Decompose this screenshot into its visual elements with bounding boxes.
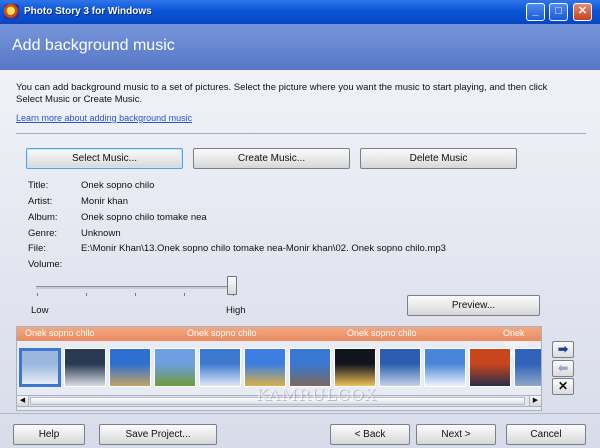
maximize-button[interactable]: □ bbox=[549, 3, 568, 21]
genre-label: Genre: bbox=[28, 228, 58, 239]
thumbnail-sunset-glow[interactable] bbox=[334, 348, 376, 387]
volume-slider-thumb[interactable] bbox=[227, 276, 237, 295]
thumbnail-cloudy-sky[interactable] bbox=[199, 348, 241, 387]
music-bar-label: Onek sopno chilo bbox=[25, 328, 95, 338]
thumbnail-golden-field[interactable] bbox=[244, 348, 286, 387]
thumbnail-dark-clouds-sea[interactable] bbox=[64, 348, 106, 387]
thumbnail-blue-sky-field[interactable] bbox=[109, 348, 151, 387]
back-button[interactable]: < Back bbox=[330, 424, 410, 445]
thumbnail-winter-sky[interactable] bbox=[19, 348, 61, 387]
volume-low-label: Low bbox=[31, 305, 49, 316]
learn-more-link[interactable]: Learn more about adding background music bbox=[16, 113, 192, 123]
file-label: File: bbox=[28, 243, 46, 254]
album-label: Album: bbox=[28, 212, 58, 223]
genre-value: Unknown bbox=[81, 228, 121, 239]
thumbnail-ice-sky[interactable] bbox=[424, 348, 466, 387]
remove-picture-icon[interactable]: ✕ bbox=[552, 378, 574, 395]
move-right-arrow-icon[interactable]: ➡ bbox=[552, 341, 574, 358]
volume-high-label: High bbox=[226, 305, 246, 316]
create-music-button[interactable]: Create Music... bbox=[193, 148, 350, 169]
delete-music-button[interactable]: Delete Music bbox=[360, 148, 517, 169]
scroll-right-arrow-icon[interactable]: ▶ bbox=[529, 396, 541, 406]
close-button[interactable]: ✕ bbox=[573, 3, 592, 21]
music-bar: Onek sopno chilo Onek sopno chilo Onek s… bbox=[17, 327, 541, 358]
photo-story-app-icon bbox=[4, 4, 19, 19]
thumbnail-mountain-sky[interactable] bbox=[514, 348, 541, 387]
cancel-button[interactable]: Cancel bbox=[506, 424, 586, 445]
page-header: Add background music bbox=[0, 24, 600, 70]
slider-tick bbox=[86, 293, 87, 296]
slider-tick bbox=[135, 293, 136, 296]
title-value: Onek sopno chilo bbox=[81, 180, 155, 191]
page-title: Add background music bbox=[12, 37, 175, 54]
divider bbox=[0, 413, 600, 414]
move-left-arrow-icon[interactable]: ⬅ bbox=[552, 360, 574, 377]
slider-tick bbox=[184, 293, 185, 296]
volume-label: Volume: bbox=[28, 259, 63, 270]
instructions-text: You can add background music to a set of… bbox=[16, 82, 548, 105]
thumbnail-green-meadow[interactable] bbox=[154, 348, 196, 387]
preview-button[interactable]: Preview... bbox=[407, 295, 540, 316]
divider bbox=[16, 133, 586, 134]
artist-value: Monir khan bbox=[81, 196, 128, 207]
artist-label: Artist: bbox=[28, 196, 53, 207]
music-bar-label: Onek sopno chilo bbox=[187, 328, 257, 338]
thumbnail-red-sunset[interactable] bbox=[469, 348, 511, 387]
help-button[interactable]: Help bbox=[13, 424, 85, 445]
volume-slider-track[interactable] bbox=[36, 286, 236, 289]
select-music-button[interactable]: Select Music... bbox=[26, 148, 183, 169]
minimize-button[interactable]: _ bbox=[526, 3, 545, 21]
title-label: Title: bbox=[28, 180, 49, 191]
thumbnail-rocky-coast[interactable] bbox=[289, 348, 331, 387]
save-project-button[interactable]: Save Project... bbox=[99, 424, 217, 445]
music-bar-label: Onek sopno chilo bbox=[347, 328, 417, 338]
title-bar: Photo Story 3 for Windows _ □ ✕ bbox=[0, 0, 600, 24]
slider-tick bbox=[37, 293, 38, 296]
window-title: Photo Story 3 for Windows bbox=[24, 6, 152, 17]
album-value: Onek sopno chilo tomake nea bbox=[81, 212, 207, 223]
thumbnail-storm-clouds[interactable] bbox=[379, 348, 421, 387]
file-path-value: E:\Monir Khan\13.Onek sopno chilo tomake… bbox=[81, 243, 446, 254]
scroll-left-arrow-icon[interactable]: ◀ bbox=[17, 396, 29, 406]
next-button[interactable]: Next > bbox=[416, 424, 496, 445]
watermark: KAMRULCOX bbox=[256, 385, 377, 404]
